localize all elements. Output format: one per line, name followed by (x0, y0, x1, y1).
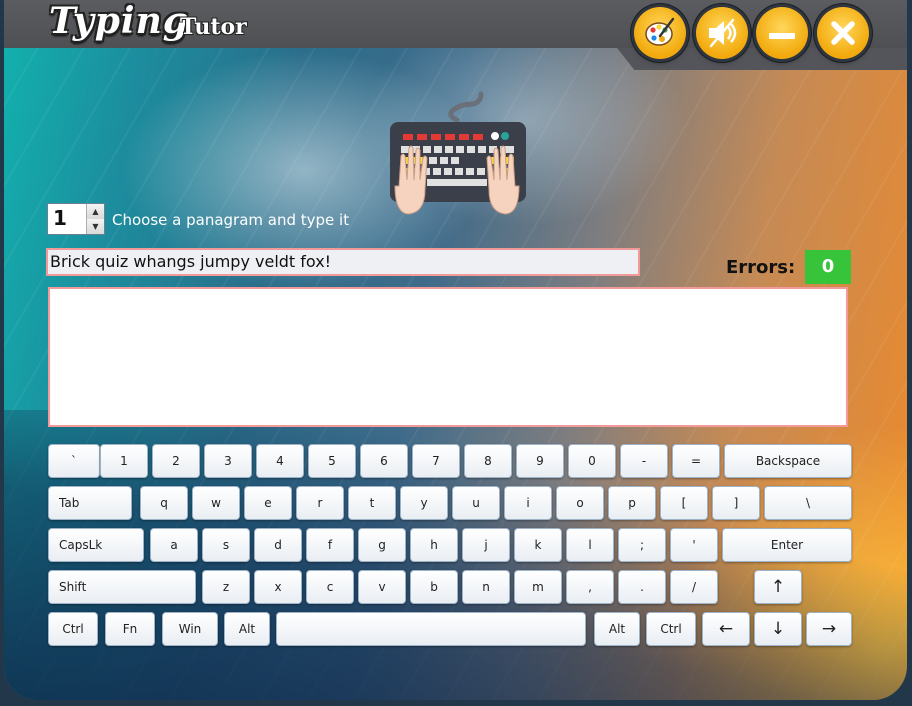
key-q[interactable]: q (140, 486, 188, 520)
close-button[interactable] (817, 7, 869, 59)
key-ctrl-right[interactable]: Ctrl (646, 612, 696, 646)
key-z[interactable]: z (202, 570, 250, 604)
key-backtick[interactable]: ` (48, 444, 100, 478)
app-subtitle: Tutor (180, 14, 247, 40)
key-backslash[interactable]: \ (764, 486, 852, 520)
minimize-button[interactable] (756, 7, 808, 59)
key-6[interactable]: 6 (360, 444, 408, 478)
key-arrow-right[interactable]: → (806, 612, 852, 646)
errors-count-badge: 0 (805, 250, 851, 284)
key-f[interactable]: f (306, 528, 354, 562)
key-i[interactable]: i (504, 486, 552, 520)
key-v[interactable]: v (358, 570, 406, 604)
mute-button[interactable] (696, 7, 748, 59)
key-8[interactable]: 8 (464, 444, 512, 478)
key-5[interactable]: 5 (308, 444, 356, 478)
key-7[interactable]: 7 (412, 444, 460, 478)
typing-input-area[interactable] (48, 287, 848, 427)
spin-up-button[interactable]: ▲ (86, 204, 104, 220)
key-n[interactable]: n (462, 570, 510, 604)
app-window: Typing Tutor 1 ▲ ▼ Choose a panagram and… (4, 0, 907, 700)
key-4[interactable]: 4 (256, 444, 304, 478)
key-enter[interactable]: Enter (722, 528, 852, 562)
key-0[interactable]: 0 (568, 444, 616, 478)
key-x[interactable]: x (254, 570, 302, 604)
key-slash[interactable]: / (670, 570, 718, 604)
key-b[interactable]: b (410, 570, 458, 604)
key-d[interactable]: d (254, 528, 302, 562)
pangram-number-spinner[interactable]: 1 ▲ ▼ (47, 203, 105, 235)
key-semicolon[interactable]: ; (618, 528, 666, 562)
key-alt-right[interactable]: Alt (594, 612, 640, 646)
key-w[interactable]: w (192, 486, 240, 520)
key-s[interactable]: s (202, 528, 250, 562)
key-1[interactable]: 1 (100, 444, 148, 478)
choose-pangram-label: Choose a panagram and type it (112, 211, 350, 229)
app-title: Typing (49, 0, 189, 42)
key-2[interactable]: 2 (152, 444, 200, 478)
key-arrow-left[interactable]: ← (702, 612, 750, 646)
key-h[interactable]: h (410, 528, 458, 562)
key-capslk[interactable]: CapsLk (48, 528, 144, 562)
palette-icon (645, 17, 675, 46)
key-k[interactable]: k (514, 528, 562, 562)
key-arrow-down[interactable]: ↓ (754, 612, 802, 646)
speaker-muted-icon (709, 18, 737, 48)
key-tab[interactable]: Tab (48, 486, 132, 520)
theme-button[interactable] (634, 7, 686, 59)
keyboard-hands-illustration (390, 91, 526, 215)
key-space[interactable] (276, 612, 586, 646)
key-fn[interactable]: Fn (105, 612, 155, 646)
key-apostrophe[interactable]: ' (670, 528, 718, 562)
key-a[interactable]: a (150, 528, 198, 562)
key-t[interactable]: t (348, 486, 396, 520)
key-e[interactable]: e (244, 486, 292, 520)
key-left-bracket[interactable]: [ (660, 486, 708, 520)
key-backspace[interactable]: Backspace (724, 444, 852, 478)
key-period[interactable]: . (618, 570, 666, 604)
key-win[interactable]: Win (162, 612, 218, 646)
key-m[interactable]: m (514, 570, 562, 604)
spin-down-button[interactable]: ▼ (86, 219, 104, 234)
minimize-icon (769, 33, 795, 39)
key-right-bracket[interactable]: ] (712, 486, 760, 520)
key-o[interactable]: o (556, 486, 604, 520)
key-comma[interactable]: , (566, 570, 614, 604)
key-3[interactable]: 3 (204, 444, 252, 478)
key-j[interactable]: j (462, 528, 510, 562)
errors-label: Errors: (726, 257, 796, 278)
key-y[interactable]: y (400, 486, 448, 520)
key-l[interactable]: l (566, 528, 614, 562)
key-u[interactable]: u (452, 486, 500, 520)
key-alt-left[interactable]: Alt (224, 612, 270, 646)
key-arrow-up[interactable]: ↑ (754, 570, 802, 604)
key-shift[interactable]: Shift (48, 570, 196, 604)
key-9[interactable]: 9 (516, 444, 564, 478)
close-icon (831, 21, 855, 45)
pangram-number-value: 1 (53, 206, 67, 230)
key-ctrl-left[interactable]: Ctrl (48, 612, 98, 646)
key-equals[interactable]: = (672, 444, 720, 478)
key-minus[interactable]: - (620, 444, 668, 478)
target-sentence: Brick quiz whangs jumpy veldt fox! (46, 248, 640, 276)
key-g[interactable]: g (358, 528, 406, 562)
key-p[interactable]: p (608, 486, 656, 520)
key-c[interactable]: c (306, 570, 354, 604)
key-r[interactable]: r (296, 486, 344, 520)
